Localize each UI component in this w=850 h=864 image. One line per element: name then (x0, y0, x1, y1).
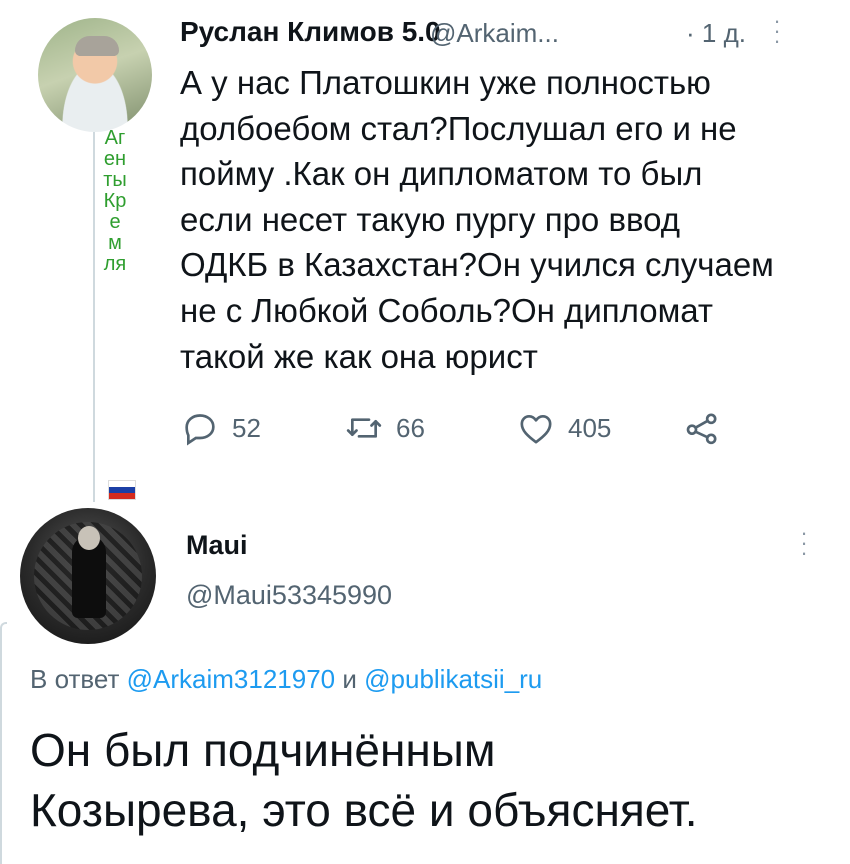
share-icon (686, 413, 717, 445)
reply-conjunction: и (335, 664, 365, 694)
quote-border (0, 622, 7, 864)
tweet-text: Он был подчинённым Козырева, это всё и о… (30, 720, 840, 840)
tweet-timestamp[interactable]: · 1 д. (686, 18, 746, 49)
tweet-text: А у нас Платошкин уже полностью долбоебо… (180, 60, 830, 379)
more-options-icon[interactable]: · · · (797, 522, 811, 564)
russian-flag-icon (108, 480, 136, 500)
avatar[interactable] (20, 508, 156, 644)
tweet-text-line: ОДКБ в Казахстан?Он учился случаем (180, 246, 774, 284)
reply-icon (185, 414, 215, 446)
more-options-icon[interactable]: · · · (770, 10, 784, 52)
avatar[interactable] (38, 18, 152, 132)
like-button[interactable]: 405 (516, 408, 611, 448)
like-count: 405 (568, 412, 612, 443)
author-name[interactable]: Maui (186, 530, 248, 561)
reply-prefix: В ответ (30, 664, 127, 694)
tweet-text-line: Козырева, это всё и объясняет. (30, 784, 698, 836)
tweet-text-line: такой же как она юрист (180, 337, 538, 375)
share-button[interactable] (682, 408, 722, 448)
retweet-count: 66 (396, 412, 425, 443)
heart-icon (520, 415, 552, 444)
mention-link[interactable]: @Arkaim3121970 (127, 664, 336, 694)
reply-count: 52 (232, 412, 261, 443)
tweet-text-line: если несет такую пургу про ввод (180, 200, 681, 238)
retweet-button[interactable]: 66 (344, 408, 425, 448)
reply-button[interactable]: 52 (180, 408, 261, 448)
author-handle[interactable]: @Arkaim... (430, 18, 559, 49)
tweet-text-line: пойму .Как он дипломатом то был (180, 155, 703, 193)
tweet-text-line: долбоебом стал?Послушал его и не (180, 109, 737, 147)
thread-line (93, 132, 95, 502)
reply-context: В ответ @Arkaim3121970 и @publikatsii_ru (30, 664, 542, 695)
tweet-text-line: А у нас Платошкин уже полностью (180, 64, 711, 101)
author-handle[interactable]: @Maui53345990 (186, 580, 392, 611)
tweet-text-line: Он был подчинённым (30, 724, 496, 776)
retweet-icon (346, 418, 382, 438)
tweet-text-line: не с Любкой Соболь?Он дипломат (180, 291, 714, 329)
author-name[interactable]: Руслан Климов 5.0 (180, 16, 441, 48)
vertical-display-name: АгентыКремля (103, 127, 127, 275)
mention-link[interactable]: @publikatsii_ru (364, 664, 542, 694)
